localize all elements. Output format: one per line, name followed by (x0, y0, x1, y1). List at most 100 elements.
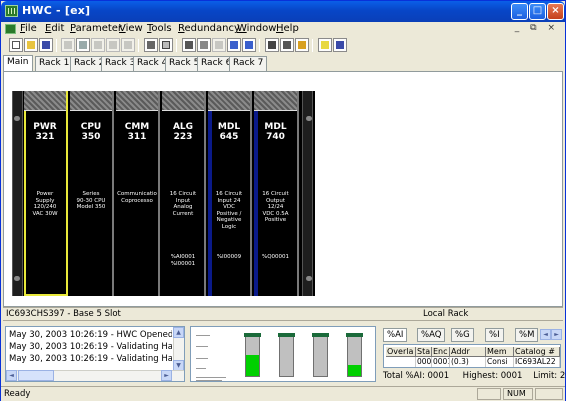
toolbar-separator (56, 39, 57, 52)
usage-bar (278, 333, 295, 377)
memory-usage-panel (190, 326, 376, 382)
cut-icon[interactable] (61, 38, 75, 52)
rack-base: PWR 321 Power Supply 120/240 VAC 30W CPU… (12, 91, 315, 296)
tab-scroll-right-icon[interactable]: ► (551, 329, 562, 340)
table-cell: (0.3) (450, 357, 486, 367)
document-icon[interactable] (5, 24, 16, 34)
tab-percent-g[interactable]: %G (451, 328, 474, 342)
table-cell: 0001 (432, 357, 450, 367)
tab-percent-ai[interactable]: %AI (383, 328, 408, 342)
menu-help[interactable]: Help (276, 23, 299, 34)
module-slot-4[interactable]: MDL 645 16 Circuit Input 24 VDC Positive… (208, 91, 252, 296)
usage-bar-fill (348, 364, 361, 376)
tab-rack-7[interactable]: Rack 7 (229, 56, 268, 71)
status-bar: Ready NUM (1, 386, 565, 401)
num-lock-indicator: NUM (503, 388, 533, 400)
menu-window[interactable]: Window (237, 23, 276, 34)
scroll-thumb[interactable] (18, 370, 54, 381)
print-icon[interactable] (144, 38, 158, 52)
menu-file[interactable]: File (20, 23, 37, 34)
column-header[interactable]: Sta (416, 347, 432, 357)
mdi-window-controls[interactable]: _ ⧉ × (515, 23, 559, 33)
module-slot-3[interactable]: ALG 223 16 Circuit Input Analog Current … (162, 91, 206, 296)
log-horizontal-scrollbar[interactable]: ◄ ► (6, 370, 184, 381)
module-slot-5[interactable]: MDL 740 16 Circuit Output 12/24 VDC 0.5A… (254, 91, 299, 296)
module-name: CMM 311 (124, 122, 150, 142)
menu-tools[interactable]: Tools (147, 23, 172, 34)
log-panel[interactable]: May 30, 2003 10:26:19 - HWC Opened May 3… (5, 326, 185, 382)
title-bar[interactable]: HWC - [ex] _ □ × (1, 1, 565, 22)
menu-parameter[interactable]: Parameter (70, 23, 122, 34)
table-cell (386, 357, 416, 367)
menu-bar: File Edit Parameter View Tools Redundanc… (1, 22, 565, 37)
tab-percent-i[interactable]: %I (485, 328, 504, 342)
module-description: Series 90-30 CPU Model 350 (76, 191, 106, 211)
module-description: 16 Circuit Input 24 VDC Positive / Negat… (215, 191, 243, 230)
module-references: %AI0001 %I00001 (170, 254, 196, 267)
paste-icon[interactable] (91, 38, 105, 52)
tab-main[interactable]: Main (3, 55, 33, 71)
scroll-up-icon[interactable]: ▲ (173, 327, 184, 338)
module-slot-0[interactable]: PWR 321 Power Supply 120/240 VAC 30W (24, 91, 68, 296)
module-name: MDL 740 (264, 122, 287, 142)
go-offline-icon[interactable] (242, 38, 256, 52)
module-name: MDL 645 (217, 122, 241, 142)
table-cell: Consi (486, 357, 514, 367)
paste-special-icon[interactable] (106, 38, 120, 52)
module-description: 16 Circuit Input Analog Current (169, 191, 197, 217)
module-slot-1[interactable]: CPU 350 Series 90-30 CPU Model 350 (70, 91, 114, 296)
toolbar-separator (138, 39, 139, 52)
column-header[interactable]: Addr (450, 347, 486, 357)
usage-bar (244, 333, 261, 377)
table-cell: IC693AL22 (514, 357, 560, 367)
module-references: %Q00001 (261, 254, 290, 260)
close-button[interactable]: × (547, 3, 564, 20)
log-entry: May 30, 2003 10:26:19 - HWC Opened (9, 330, 172, 340)
module-slot-2[interactable]: CMM 311 Communicatio Coprocesso (116, 91, 160, 296)
minimize-button[interactable]: _ (511, 3, 528, 20)
menu-edit[interactable]: Edit (45, 23, 64, 34)
memory-reference-panel: %AI %AQ %G %I %M ◄ ► Overla Sta Enc Addr… (379, 326, 566, 384)
scroll-right-icon[interactable]: ► (161, 370, 172, 381)
rack-left-rail (12, 91, 23, 296)
open-icon[interactable] (24, 38, 38, 52)
column-header[interactable]: Catalog # (514, 347, 560, 357)
memory-table[interactable]: Overla Sta Enc Addr Mem Catalog # 0001 0… (383, 344, 561, 368)
rack-location: Local Rack (423, 309, 469, 319)
toolbar (1, 37, 565, 54)
module-references: %I00009 (216, 254, 242, 260)
hwc-window: HWC - [ex] _ □ × File Edit Parameter Vie… (0, 0, 566, 401)
configure-icon[interactable] (197, 38, 211, 52)
tab-percent-aq[interactable]: %AQ (417, 328, 446, 342)
column-header[interactable]: Overla (386, 347, 416, 357)
scroll-left-icon[interactable]: ◄ (6, 370, 17, 381)
reference-icon[interactable] (265, 38, 279, 52)
view-icon[interactable] (280, 38, 294, 52)
tab-rack-1[interactable]: Rack 1 (35, 56, 74, 71)
new-icon[interactable] (9, 38, 23, 52)
column-header[interactable]: Enc (432, 347, 450, 357)
save-icon[interactable] (39, 38, 53, 52)
tab-percent-m[interactable]: %M (515, 328, 539, 342)
go-online-icon[interactable] (227, 38, 241, 52)
context-help-icon[interactable] (333, 38, 347, 52)
menu-view[interactable]: View (119, 23, 143, 34)
toolbar-separator (176, 39, 177, 52)
log-entry: May 30, 2003 10:26:19 - Validating Hardw… (9, 354, 172, 364)
copy-icon[interactable] (76, 38, 90, 52)
log-vertical-scrollbar[interactable]: ▲ ▼ (173, 327, 184, 371)
print-preview-icon[interactable] (159, 38, 173, 52)
delete-icon[interactable] (121, 38, 135, 52)
limit-label: Limit: 2048 (533, 371, 566, 381)
help-icon[interactable] (318, 38, 332, 52)
module-properties-icon[interactable] (182, 38, 196, 52)
column-header[interactable]: Mem (486, 347, 514, 357)
menu-redundancy[interactable]: Redundancy (178, 23, 240, 34)
maximize-button[interactable]: □ (529, 3, 546, 20)
total-label: Total %AI: 0001 (383, 371, 450, 381)
module-name: ALG 223 (172, 122, 194, 142)
tab-scroll-left-icon[interactable]: ◄ (540, 329, 551, 340)
app-icon[interactable] (5, 5, 18, 17)
validate-icon[interactable] (295, 38, 309, 52)
export-icon[interactable] (212, 38, 226, 52)
